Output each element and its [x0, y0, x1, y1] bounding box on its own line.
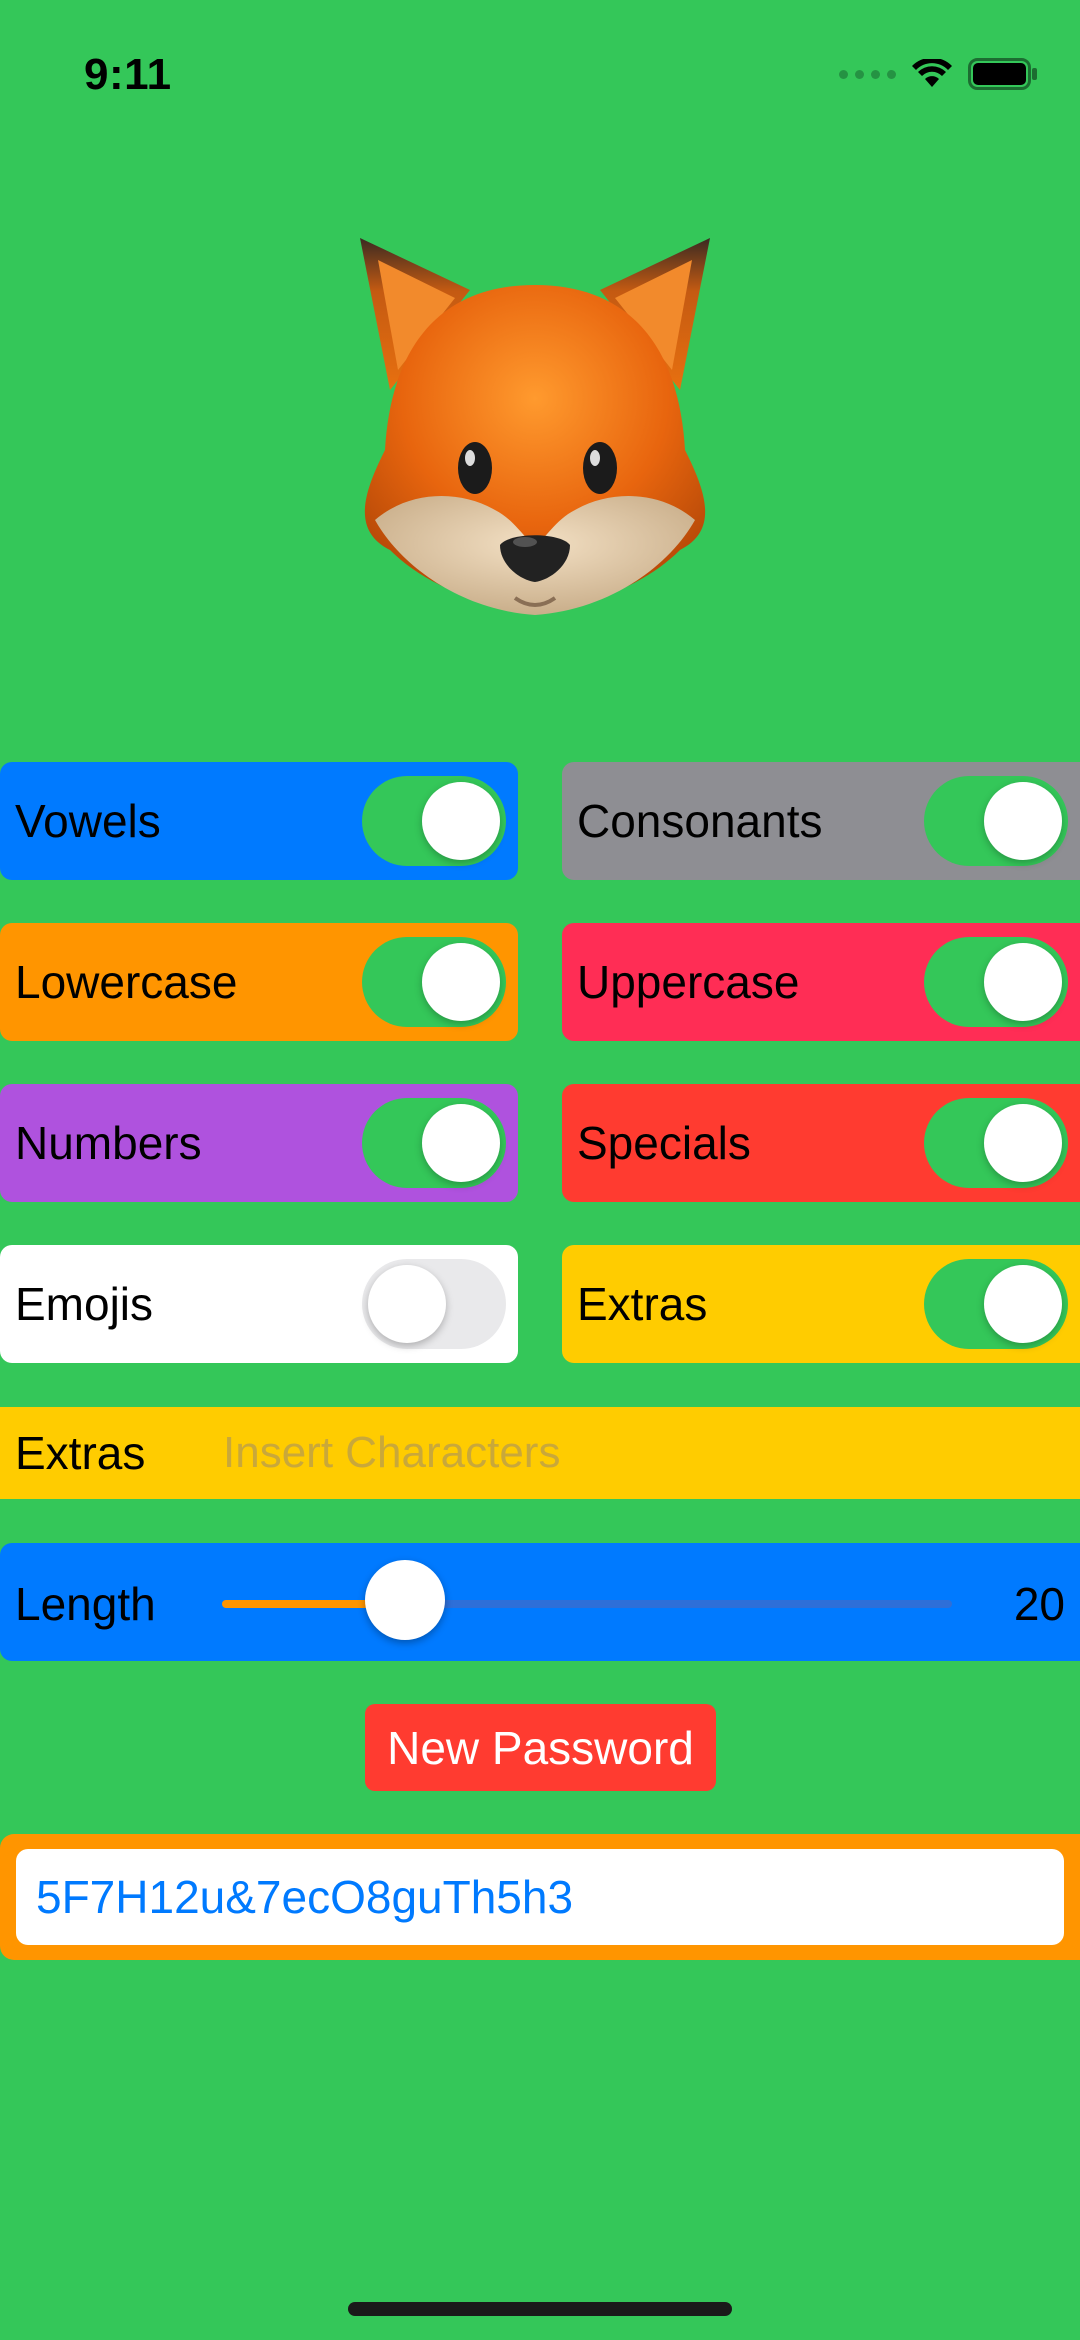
toggle-row-vowels: Vowels	[0, 762, 518, 880]
extras-characters-input[interactable]	[223, 1413, 1080, 1493]
wifi-icon	[912, 59, 952, 87]
specials-switch[interactable]	[924, 1098, 1068, 1188]
extras-input-label: Extras	[15, 1427, 146, 1479]
toggle-label-vowels: Vowels	[15, 795, 161, 847]
emojis-switch[interactable]	[362, 1259, 506, 1349]
new-password-button[interactable]: New Password	[365, 1704, 716, 1791]
uppercase-switch[interactable]	[924, 937, 1068, 1027]
toggle-row-numbers: Numbers	[0, 1084, 518, 1202]
toggle-row-specials: Specials	[562, 1084, 1080, 1202]
extras-input-row: Extras	[0, 1407, 1080, 1499]
password-output-frame: 5F7H12u&7ecO8guTh5h3	[0, 1834, 1080, 1960]
length-row: Length 20	[0, 1543, 1080, 1661]
toggle-label-uppercase: Uppercase	[577, 956, 800, 1008]
length-slider-track[interactable]	[222, 1600, 952, 1608]
toggle-row-lowercase: Lowercase	[0, 923, 518, 1041]
toggle-label-numbers: Numbers	[15, 1117, 202, 1169]
signal-dots-icon	[839, 69, 896, 79]
length-value: 20	[1013, 1578, 1065, 1630]
toggle-row-emojis: Emojis	[0, 1245, 518, 1363]
home-indicator[interactable]	[348, 2302, 732, 2316]
vowels-switch[interactable]	[362, 776, 506, 866]
status-icons	[839, 58, 1038, 90]
extras-switch[interactable]	[924, 1259, 1068, 1349]
lowercase-switch[interactable]	[362, 937, 506, 1027]
toggle-row-extras: Extras	[562, 1245, 1080, 1363]
toggle-label-consonants: Consonants	[577, 795, 823, 847]
length-slider-thumb[interactable]	[364, 1560, 445, 1640]
numbers-switch[interactable]	[362, 1098, 506, 1188]
toggle-row-consonants: Consonants	[562, 762, 1080, 880]
toggle-label-specials: Specials	[577, 1117, 751, 1169]
consonants-switch[interactable]	[924, 776, 1068, 866]
toggle-label-lowercase: Lowercase	[15, 956, 238, 1008]
fox-emoji-icon	[360, 238, 710, 615]
status-time: 9:11	[84, 50, 172, 99]
toggle-label-emojis: Emojis	[15, 1278, 154, 1330]
toggle-label-extras: Extras	[577, 1278, 708, 1330]
password-output-field[interactable]: 5F7H12u&7ecO8guTh5h3	[16, 1849, 1064, 1945]
toggle-row-uppercase: Uppercase	[562, 923, 1080, 1041]
length-label: Length	[15, 1578, 156, 1630]
battery-icon	[968, 58, 1037, 90]
